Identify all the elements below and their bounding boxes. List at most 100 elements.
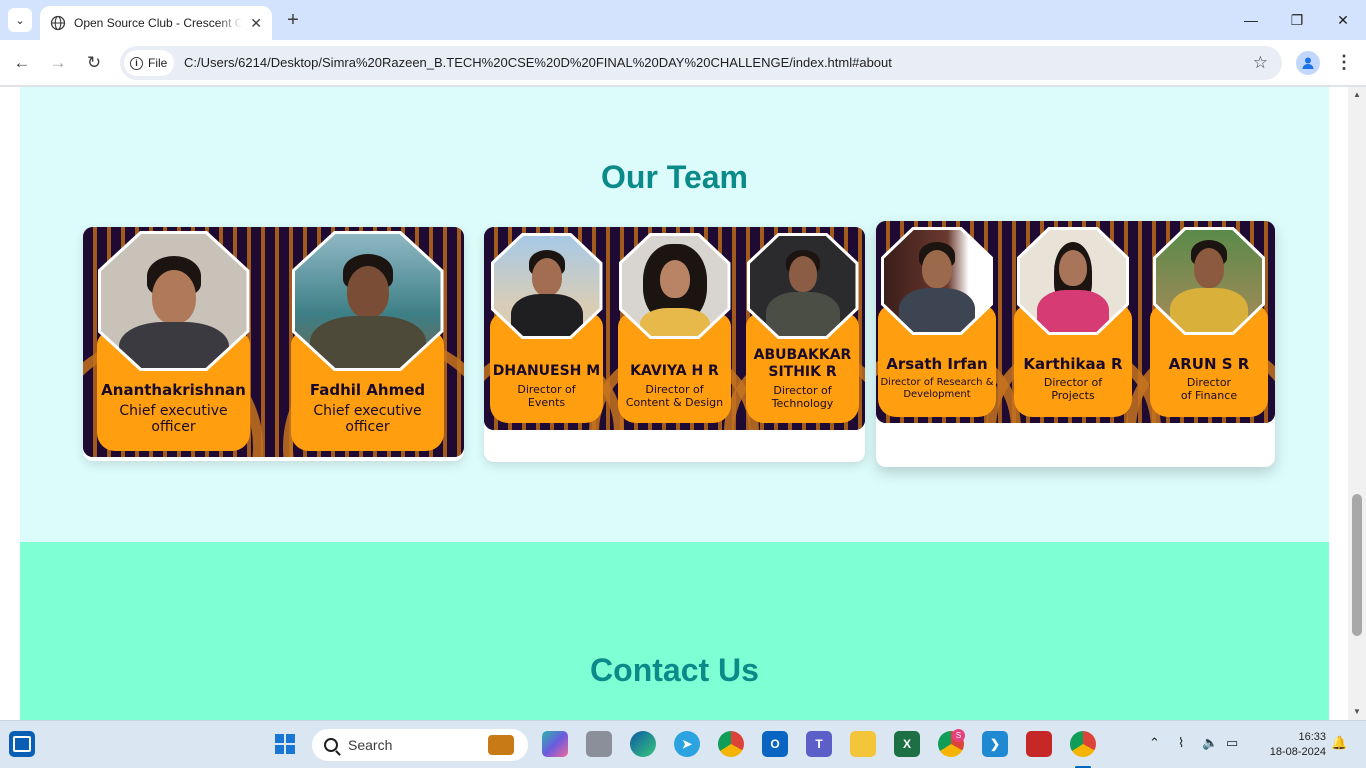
member-photo (618, 233, 731, 339)
member-photo (746, 233, 859, 339)
excel-icon[interactable]: X (894, 731, 920, 757)
team-section: Our Team Ananthakrishnan Chief executive… (20, 87, 1329, 542)
page-scrollbar[interactable]: ▲ ▼ (1348, 87, 1366, 720)
team-member: DHANUESH M Director of Events (490, 233, 603, 423)
team-member: ABUBAKKAR SITHIK R Director of Technolog… (746, 233, 859, 423)
briefcase-icon (488, 735, 514, 755)
info-icon: i (130, 56, 143, 70)
team-banner-1: Ananthakrishnan Chief executive officer … (83, 227, 464, 457)
reload-icon: ↻ (86, 53, 102, 72)
notification-bell-icon[interactable]: 🔔 (1331, 735, 1347, 751)
wifi-icon[interactable]: ⌇ (1178, 735, 1184, 751)
copilot-icon[interactable] (542, 731, 568, 757)
scroll-down-icon[interactable]: ▼ (1348, 704, 1366, 720)
address-bar[interactable]: i File C:/Users/6214/Desktop/Simra%20Raz… (120, 46, 1282, 80)
tab-close-icon[interactable]: ✕ (250, 15, 262, 32)
team-member: Fadhil Ahmed Chief executive officer (291, 231, 444, 451)
clock-date: 18-08-2024 (1269, 746, 1326, 758)
file-explorer-icon[interactable] (850, 731, 876, 757)
scroll-up-icon[interactable]: ▲ (1348, 87, 1366, 103)
minimize-button[interactable]: — (1228, 0, 1274, 40)
arrow-left-icon: ← (13, 53, 31, 72)
file-label: File (148, 56, 168, 70)
member-role: Director of Projects (1043, 376, 1103, 402)
member-role: Chief executive officer (119, 403, 228, 436)
tab-strip: ⌄ Open Source Club - Crescent College ✕ … (0, 0, 1366, 40)
team-card-1: Ananthakrishnan Chief executive officer … (83, 227, 464, 461)
windows-start-icon[interactable] (272, 731, 298, 757)
team-card-3: Arsath Irfan Director of Research & Deve… (876, 221, 1275, 467)
clock-time: 16:33 (1298, 731, 1326, 743)
contact-section: Contact Us (20, 542, 1329, 720)
telegram-icon[interactable]: ➤ (674, 731, 700, 757)
browser-menu-icon[interactable]: ⋮ (1334, 51, 1354, 75)
chrome-active-icon[interactable] (1070, 731, 1096, 757)
member-name: Ananthakrishnan (101, 381, 246, 399)
member-role: Director of Finance (1180, 376, 1238, 402)
search-icon (324, 738, 338, 752)
taskbar-search[interactable]: Search (312, 729, 528, 761)
member-role: Director of Content & Design (625, 383, 724, 409)
profile-badge: S (952, 729, 965, 742)
edge-icon[interactable] (630, 731, 656, 757)
browser-toolbar: ← → ↻ i File C:/Users/6214/Desktop/Simra… (0, 40, 1366, 86)
team-card-2: DHANUESH M Director of Events KAVIYA H R… (484, 227, 865, 462)
chevron-up-icon[interactable]: ⌃ (1149, 735, 1160, 751)
team-banner-3: Arsath Irfan Director of Research & Deve… (876, 221, 1275, 423)
team-banner-2: DHANUESH M Director of Events KAVIYA H R… (484, 227, 865, 430)
url-text[interactable]: C:/Users/6214/Desktop/Simra%20Razeen_B.T… (184, 55, 892, 70)
person-icon (1302, 57, 1314, 69)
member-photo (97, 231, 250, 371)
app-icon[interactable] (1026, 731, 1052, 757)
member-role: Director of Technology (771, 384, 834, 410)
member-name: DHANUESH M (492, 363, 601, 379)
browser-tab[interactable]: Open Source Club - Crescent College ✕ (40, 6, 272, 40)
team-member: Arsath Irfan Director of Research & Deve… (878, 227, 996, 417)
battery-icon[interactable]: ▭ (1226, 735, 1238, 751)
tab-title: Open Source Club - Crescent College (74, 16, 242, 30)
member-photo (291, 231, 444, 371)
member-name: Karthikaa R (1023, 355, 1123, 373)
profile-avatar[interactable] (1296, 51, 1320, 75)
site-info-chip[interactable]: i File (124, 50, 174, 76)
system-clock[interactable]: 16:33 18-08-2024 (1256, 730, 1326, 760)
member-role: Director of Research & Development (880, 377, 994, 400)
tab-search-button[interactable]: ⌄ (8, 8, 32, 32)
search-placeholder: Search (348, 737, 393, 753)
member-role: Director of Events (517, 383, 576, 409)
member-photo (490, 233, 603, 339)
teams-icon[interactable]: T (806, 731, 832, 757)
chrome-icon[interactable] (718, 731, 744, 757)
member-photo (881, 227, 993, 335)
team-member: Ananthakrishnan Chief executive officer (97, 231, 250, 451)
scrollbar-thumb[interactable] (1352, 494, 1362, 636)
back-button[interactable]: ← (10, 51, 34, 75)
bookmark-star-icon[interactable]: ☆ (1253, 53, 1268, 73)
forward-button[interactable]: → (46, 51, 70, 75)
task-view-icon[interactable] (586, 731, 612, 757)
member-photo (1017, 227, 1129, 335)
taskbar: Search ➤ O T X S ❯ ⌃ ⌇ 🔈 ▭ 16:33 18-08-2… (0, 720, 1366, 768)
member-photo (1153, 227, 1265, 335)
member-name: ABUBAKKAR SITHIK R (753, 347, 852, 380)
reload-button[interactable]: ↻ (82, 51, 106, 75)
globe-icon (50, 15, 66, 31)
vscode-icon[interactable]: ❯ (982, 731, 1008, 757)
outlook-icon[interactable]: O (762, 731, 788, 757)
widgets-icon[interactable] (9, 731, 35, 757)
team-heading: Our Team (601, 159, 748, 195)
team-member: Karthikaa R Director of Projects (1014, 227, 1132, 417)
member-role: Chief executive officer (313, 403, 422, 436)
arrow-right-icon: → (49, 53, 67, 72)
member-name: ARUN S R (1168, 355, 1250, 373)
volume-icon[interactable]: 🔈 (1202, 735, 1218, 751)
member-name: KAVIYA H R (630, 363, 719, 379)
team-member: ARUN S R Director of Finance (1150, 227, 1268, 417)
member-name: Arsath Irfan (886, 355, 988, 373)
close-window-button[interactable]: ✕ (1320, 0, 1366, 40)
team-member: KAVIYA H R Director of Content & Design (618, 233, 731, 423)
new-tab-button[interactable]: + (282, 9, 304, 31)
restore-button[interactable]: ❐ (1274, 0, 1320, 40)
contact-heading: Contact Us (590, 652, 759, 688)
member-name: Fadhil Ahmed (309, 381, 426, 399)
